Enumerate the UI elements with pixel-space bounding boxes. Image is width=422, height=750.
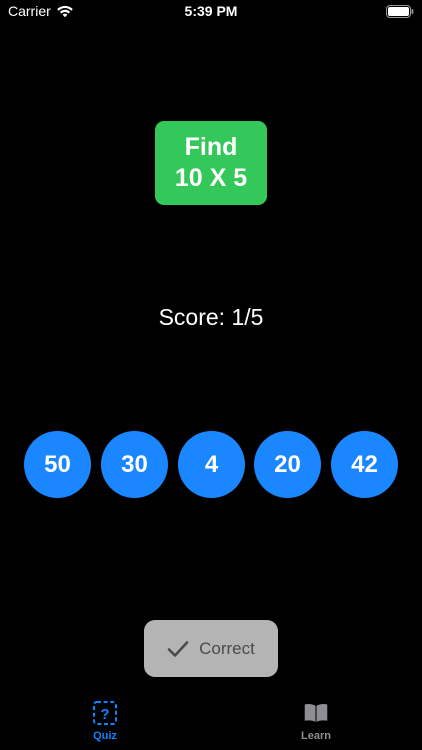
tab-learn-label: Learn — [301, 730, 331, 742]
tab-quiz-label: Quiz — [93, 730, 117, 742]
answer-button[interactable]: 4 — [178, 431, 245, 498]
answer-button[interactable]: 50 — [24, 431, 91, 498]
question-expression: 10 X 5 — [174, 164, 248, 192]
answer-options: 50 30 4 20 42 — [24, 431, 398, 498]
feedback-toast: Correct — [144, 620, 278, 677]
tab-bar: ? Quiz Learn — [0, 698, 422, 750]
status-time: 5:39 PM — [184, 3, 238, 19]
tab-quiz[interactable]: ? Quiz — [55, 700, 155, 748]
svg-text:?: ? — [100, 706, 109, 723]
score-label: Score: 1/5 — [158, 304, 264, 330]
answer-button[interactable]: 42 — [331, 431, 398, 498]
answer-button[interactable]: 20 — [254, 431, 321, 498]
answer-button[interactable]: 30 — [101, 431, 168, 498]
question-prompt: Find — [184, 133, 238, 161]
feedback-text: Correct — [199, 638, 255, 658]
question-card: Find 10 X 5 — [155, 121, 267, 205]
book-icon — [304, 704, 328, 723]
question-square-icon: ? — [93, 701, 117, 725]
status-bar: Carrier 5:39 PM — [0, 0, 422, 24]
tab-learn[interactable]: Learn — [266, 700, 366, 748]
checkmark-icon — [167, 640, 189, 657]
battery-icon — [386, 5, 414, 18]
